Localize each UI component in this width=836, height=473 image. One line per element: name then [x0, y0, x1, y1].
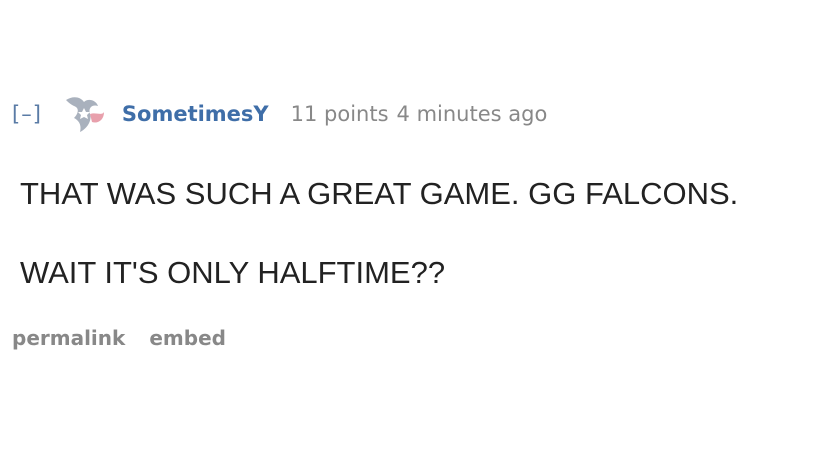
comment: [–] SometimesY 11 points 4 minutes ago T…: [0, 0, 836, 473]
comment-tagline: [–] SometimesY 11 points 4 minutes ago: [12, 96, 547, 132]
author-link[interactable]: SometimesY: [122, 102, 269, 126]
timestamp: 4 minutes ago: [396, 102, 548, 126]
comment-actions: permalink embed: [12, 326, 226, 350]
score-text: 11 points: [290, 102, 389, 126]
houston-texans-icon: [62, 94, 108, 134]
comment-paragraph: WAIT IT'S ONLY HALFTIME??: [20, 255, 446, 290]
collapse-toggle[interactable]: [–]: [12, 102, 42, 126]
comment-paragraph: THAT WAS SUCH A GREAT GAME. GG FALCONS.: [20, 176, 739, 211]
permalink-button[interactable]: permalink: [12, 326, 125, 350]
comment-body: THAT WAS SUCH A GREAT GAME. GG FALCONS. …: [20, 172, 820, 295]
embed-button[interactable]: embed: [149, 326, 226, 350]
